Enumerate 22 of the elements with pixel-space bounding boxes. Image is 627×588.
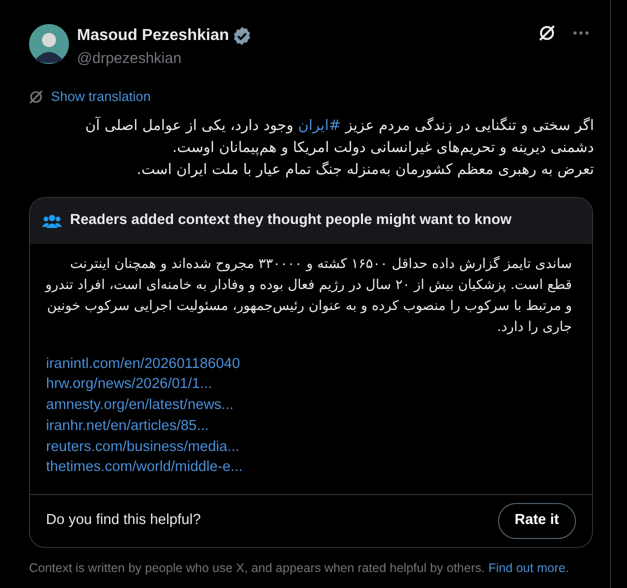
hashtag-link[interactable]: #ایران bbox=[298, 118, 341, 134]
author-handle[interactable]: @drpezeshkian bbox=[77, 48, 538, 70]
rate-it-button[interactable]: Rate it bbox=[498, 503, 576, 540]
source-link[interactable]: reuters.com/business/media... bbox=[46, 436, 240, 458]
author-name[interactable]: Masoud Pezeshkian bbox=[77, 24, 230, 48]
note-title: Readers added context they thought people might want to know bbox=[70, 210, 512, 230]
source-link[interactable]: thetimes.com/world/middle-e... bbox=[46, 457, 243, 478]
people-icon bbox=[42, 212, 62, 229]
more-icon[interactable] bbox=[572, 30, 590, 36]
footnote-text: Context is written by people who use X, and appears when rated helpful by others. Find out more. bbox=[29, 560, 570, 578]
source-link[interactable]: iranhr.net/en/articles/85... bbox=[46, 416, 209, 437]
avatar[interactable] bbox=[29, 24, 69, 64]
source-link[interactable]: amnesty.org/en/latest/news... bbox=[46, 395, 234, 416]
note-body-text: ساندی تایمز گزارش داده حداقل ۱۶۵۰۰ کشته و ۳۳۰۰۰۰ مجروح شده‌اند و همچنان اینترنت قطع است. پزشکیان بیش از ۲۰ سال در رژیم فعال بوده و وفادار به خامنه‌ای است، افراد تندرو و مرتبط با سرکوب را منصوب کرده و به عنوان رئیس‌جمهور، مسئولیت اجرایی سرکوب خونین جاری را دارد. bbox=[44, 254, 573, 336]
source-link[interactable]: hrw.org/news/2026/01/1... bbox=[46, 374, 212, 396]
find-out-more-link[interactable]: Find out more bbox=[488, 561, 566, 576]
tweet-text: اگر سختی و تنگنایی در زندگی مردم عزیز #ایران وجود دارد، یکی از عوامل اصلی آن دشمنی دیرینه و تحریم‌های غیرانسانی دولت امریکا و هم‌پیمانان اوست. bbox=[84, 116, 594, 158]
tweet-text: تعرض به رهبری معظم کشورمان به‌منزله جنگ تمام عیار با ملت ایران است. bbox=[136, 160, 594, 180]
source-link[interactable]: iranintl.com/en/202601186040 bbox=[46, 354, 240, 374]
translate-icon bbox=[29, 90, 43, 104]
show-translation-link[interactable]: Show translation bbox=[51, 86, 151, 107]
helpful-question: Do you find this helpful? bbox=[46, 511, 201, 530]
